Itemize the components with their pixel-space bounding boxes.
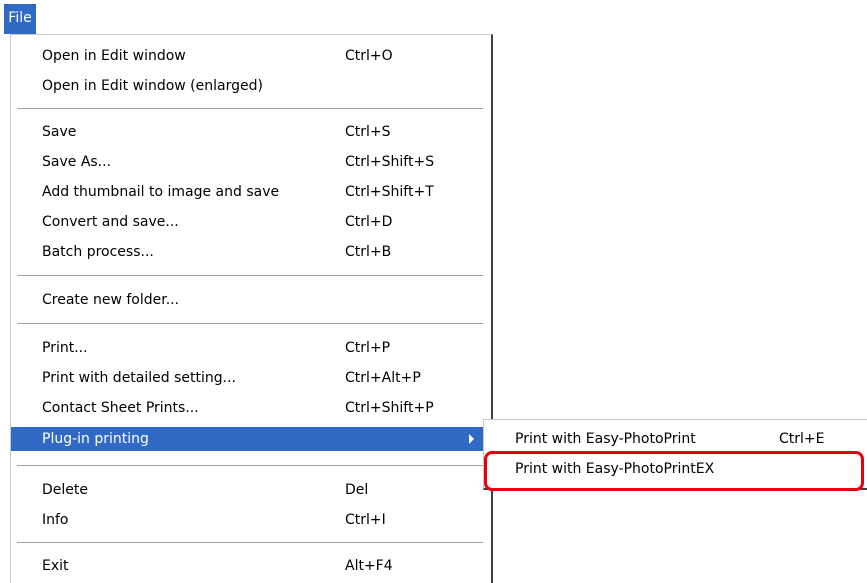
menu-item-label: Batch process... [42, 244, 154, 260]
menu-item-label: Convert and save... [42, 214, 179, 230]
menu-item-save[interactable]: Save Ctrl+S [11, 117, 489, 147]
menu-item-contact-sheet[interactable]: Contact Sheet Prints... Ctrl+Shift+P [11, 393, 489, 423]
menu-separator [17, 465, 483, 467]
menu-item-print-detailed[interactable]: Print with detailed setting... Ctrl+Alt+… [11, 363, 489, 393]
menu-item-exit[interactable]: Exit Alt+F4 [11, 551, 489, 581]
menu-item-shortcut: Ctrl+O [345, 48, 393, 64]
menu-item-shortcut: Ctrl+E [779, 431, 825, 447]
menu-item-label: Exit [42, 558, 69, 574]
menu-item-batch-process[interactable]: Batch process... Ctrl+B [11, 237, 489, 267]
menu-item-shortcut: Ctrl+Shift+T [345, 184, 434, 200]
menu-item-shortcut: Alt+F4 [345, 558, 393, 574]
menu-item-shortcut: Ctrl+D [345, 214, 393, 230]
menu-item-add-thumbnail[interactable]: Add thumbnail to image and save Ctrl+Shi… [11, 177, 489, 207]
menu-item-delete[interactable]: Delete Del [11, 475, 489, 505]
menu-item-shortcut: Ctrl+S [345, 124, 391, 140]
menu-item-convert-save[interactable]: Convert and save... Ctrl+D [11, 207, 489, 237]
menu-item-shortcut: Ctrl+B [345, 244, 392, 260]
menu-item-label: Delete [42, 482, 88, 498]
file-menu-tab[interactable]: File [4, 4, 36, 34]
menu-item-label: Print... [42, 340, 88, 356]
menu-item-create-folder[interactable]: Create new folder... [11, 285, 489, 315]
menu-item-shortcut: Ctrl+P [345, 340, 391, 356]
menu-item-label: Print with Easy-PhotoPrint [515, 431, 696, 447]
menu-item-label: Plug-in printing [42, 431, 149, 447]
menu-item-label: Info [42, 512, 69, 528]
menu-separator [17, 108, 483, 110]
menu-item-plugin-printing[interactable]: Plug-in printing [11, 427, 489, 451]
menu-item-label: Print with detailed setting... [42, 370, 236, 386]
menu-item-label: Contact Sheet Prints... [42, 400, 199, 416]
file-menu-dropdown: Open in Edit window Ctrl+O Open in Edit … [10, 34, 493, 583]
file-menu-label: File [8, 10, 32, 26]
menu-item-print[interactable]: Print... Ctrl+P [11, 333, 489, 363]
menu-item-save-as[interactable]: Save As... Ctrl+Shift+S [11, 147, 489, 177]
menu-item-shortcut: Ctrl+Alt+P [345, 370, 421, 386]
menu-separator [17, 542, 483, 544]
menu-item-shortcut: Ctrl+Shift+P [345, 400, 434, 416]
menu-item-label: Open in Edit window (enlarged) [42, 78, 263, 94]
submenu-item-easy-photoprint[interactable]: Print with Easy-PhotoPrint Ctrl+E [484, 424, 867, 454]
menu-item-label: Open in Edit window [42, 48, 186, 64]
menu-item-shortcut: Ctrl+Shift+S [345, 154, 435, 170]
submenu-arrow-icon [469, 434, 474, 444]
menu-item-label: Create new folder... [42, 292, 180, 308]
menu-separator [17, 323, 483, 325]
menu-item-open-edit[interactable]: Open in Edit window Ctrl+O [11, 41, 489, 71]
menu-item-label: Save As... [42, 154, 112, 170]
menu-item-open-edit-enlarged[interactable]: Open in Edit window (enlarged) [11, 71, 489, 101]
submenu-item-easy-photoprint-ex[interactable]: Print with Easy-PhotoPrintEX [484, 454, 867, 484]
menu-item-label: Save [42, 124, 77, 140]
menu-item-shortcut: Del [345, 482, 369, 498]
plugin-printing-submenu: Print with Easy-PhotoPrint Ctrl+E Print … [483, 419, 867, 490]
menu-item-label: Print with Easy-PhotoPrintEX [515, 461, 715, 477]
menu-separator [17, 275, 483, 277]
menu-item-shortcut: Ctrl+I [345, 512, 386, 528]
menu-item-info[interactable]: Info Ctrl+I [11, 505, 489, 535]
menu-item-label: Add thumbnail to image and save [42, 184, 280, 200]
